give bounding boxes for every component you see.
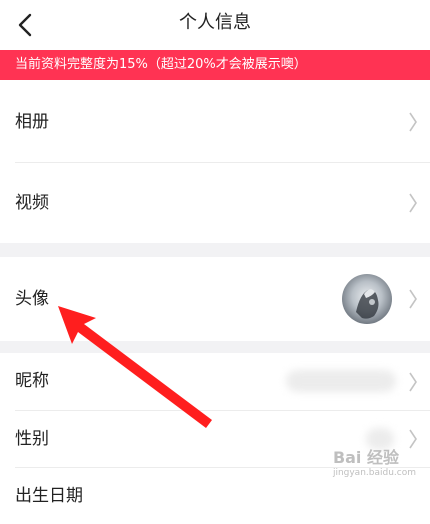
page-title: 个人信息 (179, 12, 251, 33)
row-video[interactable]: 视频 (0, 163, 430, 243)
chevron-right-icon (409, 289, 417, 309)
row-gender-label: 性别 (15, 429, 49, 449)
section-gap (0, 341, 430, 353)
avatar-image (356, 289, 379, 319)
row-nickname[interactable]: 昵称 (0, 353, 430, 410)
completeness-banner: 当前资料完整度为15%（超过20%才会被展示噢） (0, 50, 430, 80)
row-avatar[interactable]: 头像 (0, 257, 430, 341)
avatar[interactable] (342, 274, 392, 324)
row-album[interactable]: 相册 (0, 82, 430, 162)
section-gap (0, 243, 430, 257)
baidu-jingyan-watermark: Bai 经验 jingyan.baidu.com (333, 444, 416, 478)
header: 个人信息 (0, 0, 430, 50)
chevron-right-icon (409, 112, 417, 132)
watermark-brand: Bai 经验 (332, 448, 399, 467)
row-video-label: 视频 (15, 193, 49, 213)
nickname-value-blurred (286, 370, 396, 392)
row-album-label: 相册 (15, 112, 49, 132)
watermark-url: jingyan.baidu.com (332, 468, 416, 478)
chevron-right-icon (409, 193, 417, 213)
row-avatar-label: 头像 (15, 289, 49, 309)
chevron-right-icon (409, 372, 417, 392)
row-nickname-label: 昵称 (15, 371, 49, 391)
row-birthday-label: 出生日期 (15, 486, 83, 506)
